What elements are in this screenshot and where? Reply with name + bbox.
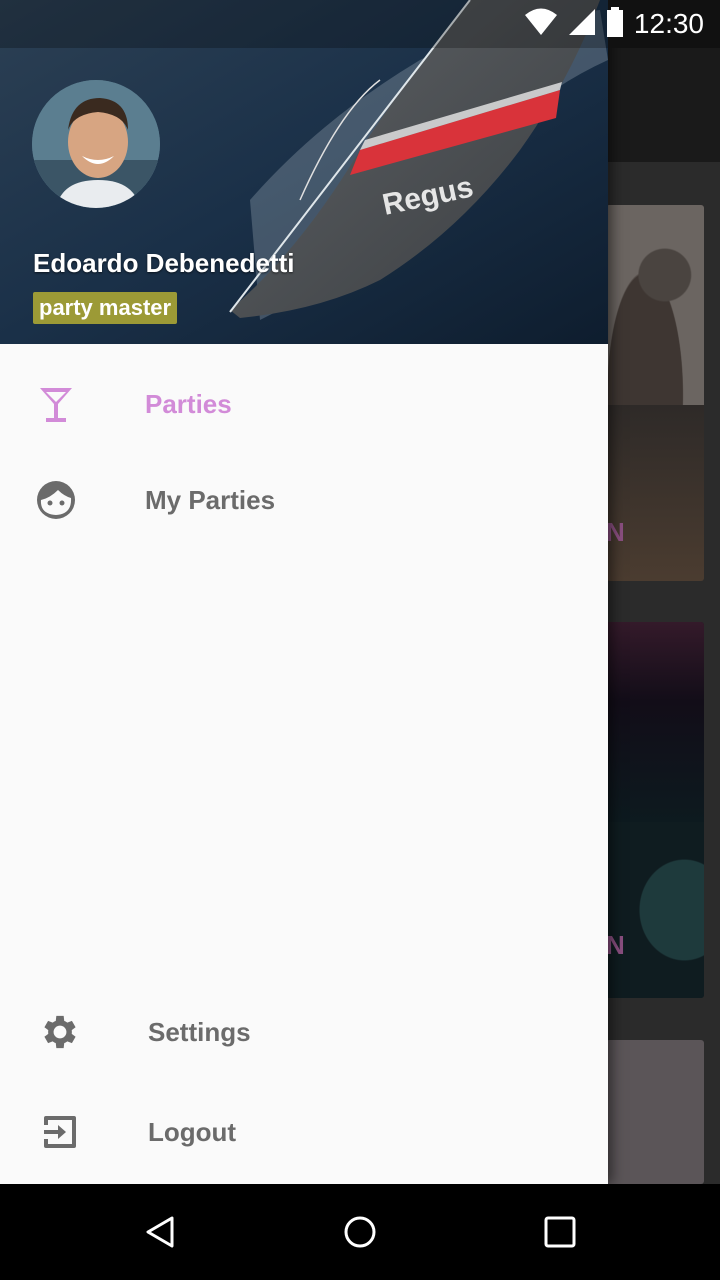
avatar[interactable] bbox=[32, 80, 160, 208]
back-icon[interactable] bbox=[136, 1208, 184, 1256]
cocktail-glass-icon bbox=[32, 380, 80, 428]
drawer-header: Regus Edoardo Debenedetti party master bbox=[0, 0, 608, 344]
system-nav-bar bbox=[0, 1184, 720, 1280]
face-icon bbox=[32, 476, 80, 524]
drawer-item-label: My Parties bbox=[145, 484, 276, 515]
party-card[interactable]: N bbox=[606, 205, 704, 581]
drawer-item-label: Parties bbox=[145, 388, 232, 419]
party-card[interactable]: N bbox=[606, 622, 704, 998]
drawer-item-label: Logout bbox=[148, 1116, 237, 1147]
party-card-title-fragment: N bbox=[606, 517, 625, 547]
home-icon[interactable] bbox=[336, 1208, 384, 1256]
cell-signal-icon bbox=[568, 8, 596, 41]
wifi-icon bbox=[524, 8, 558, 41]
party-card-footer bbox=[606, 405, 704, 581]
party-card-title-fragment: N bbox=[606, 930, 625, 960]
navigation-drawer: Regus Edoardo Debenedetti party master P… bbox=[0, 0, 608, 1184]
exit-icon bbox=[36, 1108, 84, 1156]
battery-icon bbox=[606, 6, 624, 42]
drawer-item-settings[interactable]: Settings bbox=[0, 984, 608, 1080]
role-badge: party master bbox=[33, 292, 178, 324]
party-card-footer bbox=[606, 822, 704, 998]
status-bar: 12:30 bbox=[0, 0, 720, 48]
recents-icon[interactable] bbox=[536, 1208, 584, 1256]
user-name: Edoardo Debenedetti bbox=[33, 248, 295, 278]
party-card-image bbox=[606, 622, 704, 822]
drawer-item-label: Settings bbox=[148, 1016, 251, 1047]
gear-icon bbox=[36, 1008, 84, 1056]
party-card[interactable] bbox=[606, 1040, 704, 1184]
drawer-item-my-parties[interactable]: My Parties bbox=[0, 452, 608, 548]
drawer-item-logout[interactable]: Logout bbox=[0, 1084, 608, 1180]
drawer-item-parties[interactable]: Parties bbox=[0, 356, 608, 452]
status-time: 12:30 bbox=[633, 8, 704, 39]
avatar-image bbox=[32, 80, 160, 208]
party-card-image bbox=[606, 205, 704, 405]
